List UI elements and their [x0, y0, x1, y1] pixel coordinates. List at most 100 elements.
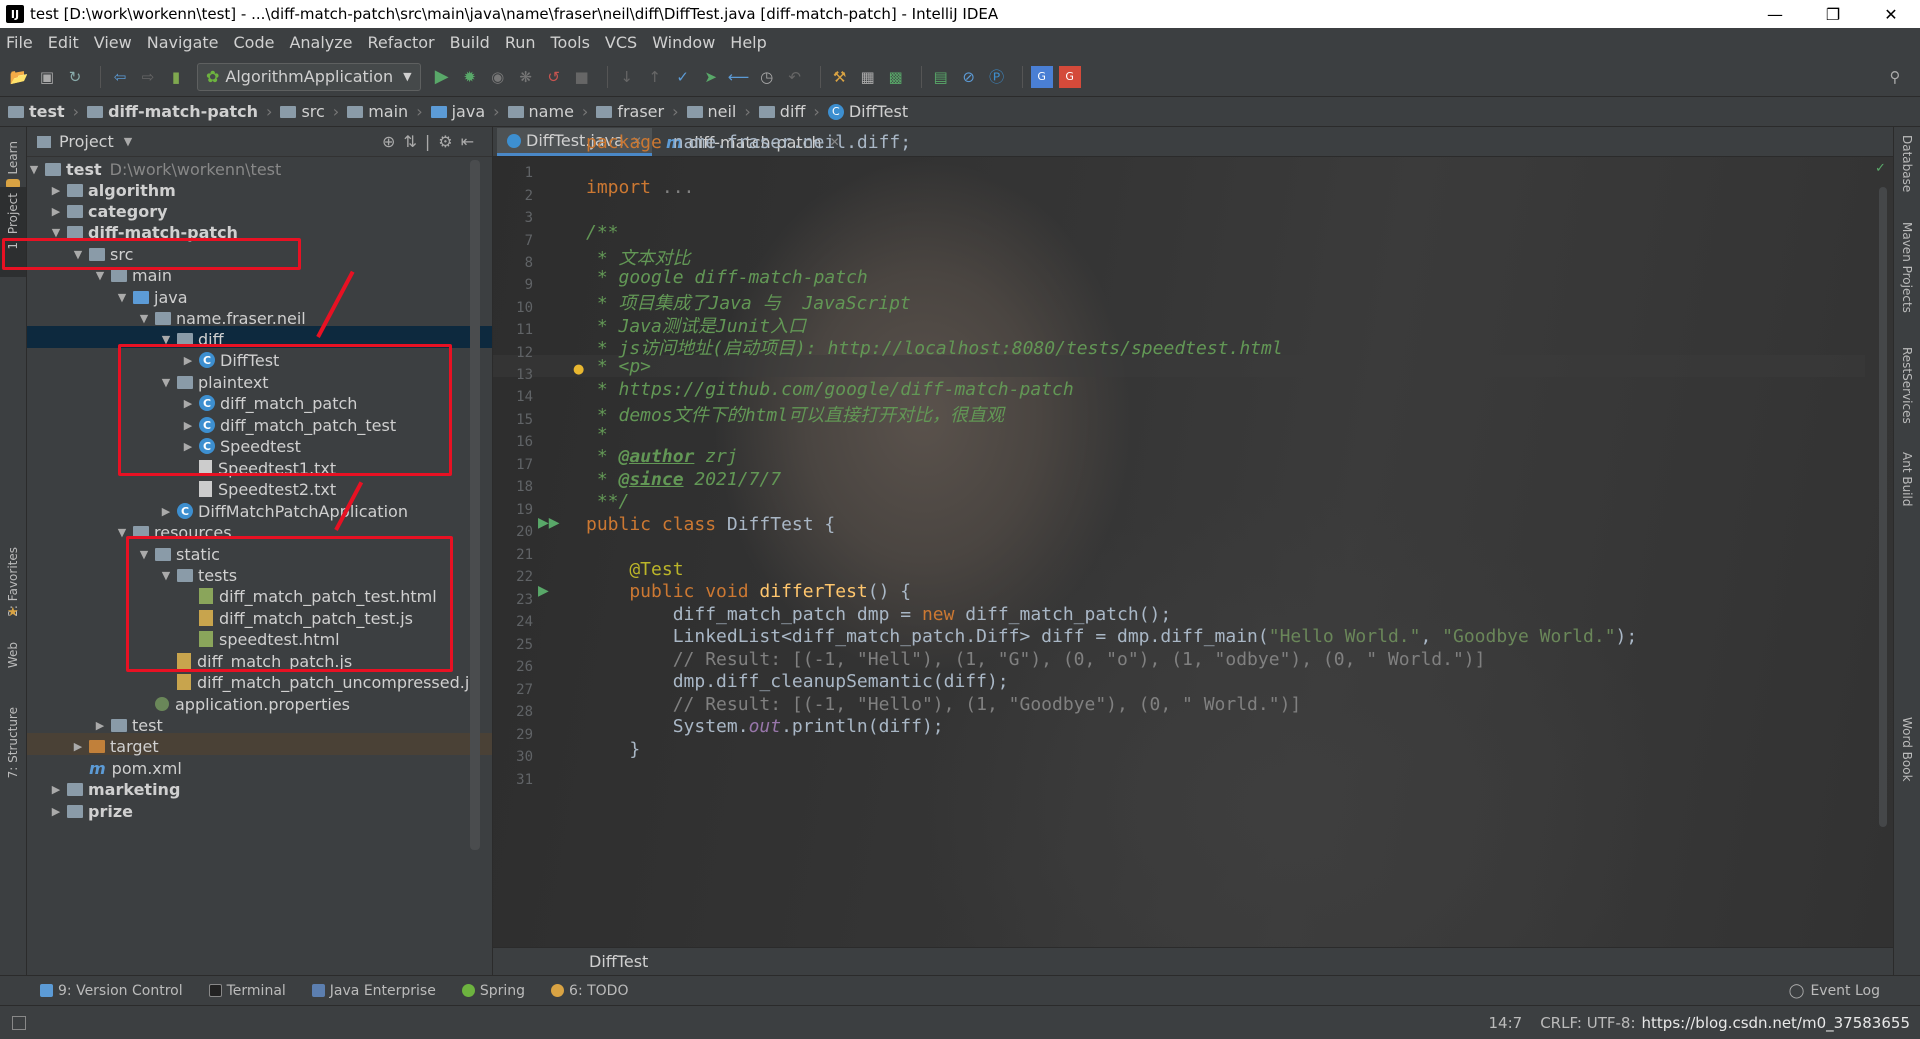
editor-footer-class[interactable]: DiffTest	[589, 952, 648, 971]
tab-label: 6: TODO	[569, 982, 629, 999]
tab-restservices[interactable]: RestServices	[1900, 347, 1914, 424]
encoding[interactable]: CRLF: UTF-8:	[1540, 1014, 1635, 1032]
build-icon[interactable]: ▮	[165, 66, 187, 88]
code-editor[interactable]: DiffTest.java✕ mdiff-match-patch✕ ​ pack…	[493, 127, 1893, 975]
menu-window[interactable]: Window	[652, 33, 715, 52]
menu-vcs[interactable]: VCS	[605, 33, 637, 52]
project-structure-icon[interactable]: ▦	[857, 66, 879, 88]
close-button[interactable]: ✕	[1862, 0, 1920, 28]
run-gutter-icon[interactable]: ▶▶	[538, 515, 560, 531]
expand-arrow-icon[interactable]: ▼	[115, 291, 129, 304]
tab-structure[interactable]: 7: Structure	[6, 707, 20, 778]
menu-navigate[interactable]: Navigate	[147, 33, 219, 52]
lightbulb-icon[interactable]: ●	[573, 362, 584, 377]
expand-arrow-icon[interactable]: ▶	[93, 719, 107, 732]
expand-arrow-icon[interactable]: ▶	[49, 783, 63, 796]
history-icon[interactable]: ◷	[756, 66, 778, 88]
tab-learn[interactable]: Learn	[6, 141, 20, 175]
profile-icon[interactable]: ❋	[515, 66, 537, 88]
forward-icon[interactable]: ⇨	[137, 66, 159, 88]
breadcrumb-test[interactable]: test	[8, 102, 65, 121]
search-icon[interactable]: ⚲	[1884, 66, 1906, 88]
sync-icon[interactable]: ↻	[64, 66, 86, 88]
block-icon[interactable]: ⊘	[958, 66, 980, 88]
breadcrumb-diff[interactable]: diff	[758, 102, 805, 121]
breadcrumb-fraser[interactable]: fraser	[596, 102, 664, 121]
menu-view[interactable]: View	[94, 33, 132, 52]
tab-todo[interactable]: 6: TODO	[551, 983, 628, 999]
open-folder-icon[interactable]: 📂	[8, 66, 30, 88]
breadcrumb-difftest[interactable]: C DiffTest	[827, 102, 908, 121]
vcs-icon[interactable]: ✓	[672, 66, 694, 88]
breadcrumb-neil[interactable]: neil	[686, 102, 736, 121]
expand-arrow-icon[interactable]: ▶	[49, 805, 63, 818]
expand-arrow-icon[interactable]: ▶	[49, 184, 63, 197]
run-gutter-icon[interactable]: ▶	[538, 583, 549, 599]
tab-java-enterprise[interactable]: Java Enterprise	[311, 983, 436, 999]
tab-spring[interactable]: Spring	[461, 983, 525, 999]
menu-build[interactable]: Build	[450, 33, 490, 52]
tab-version-control[interactable]: 9: Version Control	[40, 983, 183, 999]
merge-icon[interactable]: ⟵	[728, 66, 750, 88]
menu-refactor[interactable]: Refactor	[368, 33, 435, 52]
chevron-down-icon[interactable]: ▼	[124, 135, 132, 148]
code-line-1: package name.fraser.neil.diff;	[586, 132, 912, 153]
menu-tools[interactable]: Tools	[551, 33, 590, 52]
toggle-tool-windows-icon[interactable]	[12, 1015, 26, 1030]
expand-arrow-icon[interactable]: ▼	[93, 269, 107, 282]
tab-web[interactable]: Web	[6, 642, 20, 668]
tree-item-application-properties[interactable]: application.properties	[137, 691, 350, 717]
menu-help[interactable]: Help	[730, 33, 766, 52]
maximize-button[interactable]: ❐	[1804, 0, 1862, 28]
tree-item-prize[interactable]: ▶ prize	[49, 798, 133, 824]
expand-arrow-icon[interactable]: ▼	[49, 226, 63, 239]
tab-maven-projects[interactable]: Maven Projects	[1900, 222, 1914, 313]
expand-arrow-icon[interactable]: ▼	[137, 312, 151, 325]
project-panel-title[interactable]: Project	[59, 132, 114, 151]
menu-code[interactable]: Code	[234, 33, 275, 52]
editor-scrollbar[interactable]	[1879, 187, 1887, 827]
expand-arrow-icon[interactable]: ▼	[27, 163, 41, 176]
plugin-c-icon[interactable]: Ⓟ	[986, 66, 1008, 88]
menu-analyze[interactable]: Analyze	[289, 33, 352, 52]
tab-word-book[interactable]: Word Book	[1900, 717, 1914, 782]
debug-icon[interactable]: ✹	[459, 66, 481, 88]
vcs-commit-icon[interactable]: ↑	[644, 66, 666, 88]
revert-icon[interactable]: ↶	[784, 66, 806, 88]
breadcrumb-java[interactable]: java	[430, 102, 485, 121]
vcs-update-icon[interactable]: ↓	[616, 66, 638, 88]
run-configuration-select[interactable]: ✿ AlgorithmApplication ▼	[197, 62, 421, 91]
tab-terminal[interactable]: Terminal	[208, 983, 286, 999]
breadcrumb-name[interactable]: name	[507, 102, 574, 121]
menu-run[interactable]: Run	[505, 33, 536, 52]
expand-arrow-icon[interactable]: ▶	[49, 205, 63, 218]
monitor-icon[interactable]: ▤	[930, 66, 952, 88]
coverage-icon[interactable]: ◉	[487, 66, 509, 88]
expand-arrow-icon[interactable]: ▶	[159, 505, 173, 518]
sdk-icon[interactable]: ▩	[885, 66, 907, 88]
panel-tools[interactable]: ⊕⇅|⚙⇤	[382, 132, 482, 151]
branch-icon[interactable]: ➤	[700, 66, 722, 88]
project-scrollbar[interactable]	[470, 160, 480, 850]
breadcrumb-main[interactable]: main	[347, 102, 408, 121]
save-icon[interactable]: ▣	[36, 66, 58, 88]
translate-alt-icon[interactable]: G	[1058, 65, 1081, 88]
menu-file[interactable]: File	[6, 33, 33, 52]
menu-edit[interactable]: Edit	[48, 33, 79, 52]
run-icon[interactable]: ▶	[431, 66, 453, 88]
caret-position[interactable]: 14:7	[1489, 1014, 1523, 1032]
tab-database[interactable]: Database	[1900, 135, 1914, 192]
tree-label: target	[110, 736, 159, 756]
expand-arrow-icon[interactable]: ▶	[71, 740, 85, 753]
breadcrumb-diff-match-patch[interactable]: diff-match-patch	[87, 102, 258, 121]
translate-icon[interactable]: G	[1030, 65, 1053, 88]
minimize-button[interactable]: —	[1746, 0, 1804, 28]
back-icon[interactable]: ⇦	[109, 66, 131, 88]
breadcrumb-src[interactable]: src	[280, 102, 325, 121]
line-number: 31	[516, 772, 533, 788]
stop-icon[interactable]: ■	[571, 66, 593, 88]
settings-wrench-icon[interactable]: ⚒	[829, 66, 851, 88]
rerun-icon[interactable]: ↺	[543, 66, 565, 88]
tab-ant-build[interactable]: Ant Build	[1900, 452, 1914, 506]
tab-event-log[interactable]: ◯ Event Log	[1789, 983, 1880, 999]
